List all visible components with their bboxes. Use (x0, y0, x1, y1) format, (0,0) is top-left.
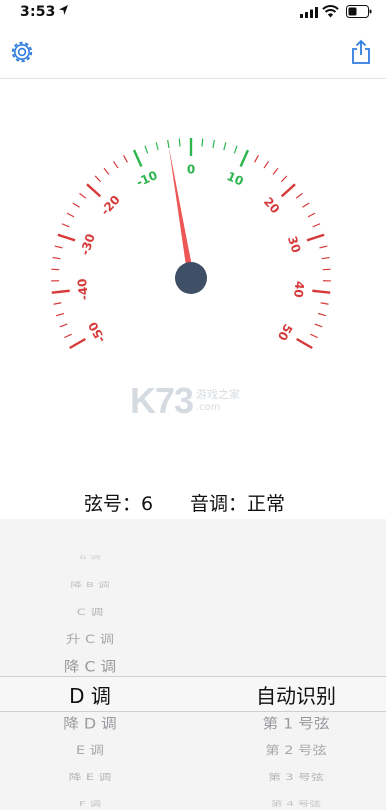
gauge-minor-tick (280, 175, 288, 183)
watermark-url: .com (196, 402, 221, 413)
gauge-label: -40 (75, 278, 91, 301)
battery-icon (346, 5, 372, 18)
gauge-label: 30 (285, 234, 303, 254)
gauge-minor-tick (54, 245, 63, 249)
key-picker-option[interactable]: 降 B 调 (0, 580, 180, 590)
gauge-minor-tick (64, 333, 72, 339)
key-picker-option[interactable]: D 调 (0, 680, 180, 709)
gauge-label: 40 (291, 280, 307, 298)
gauge-minor-tick (312, 223, 321, 228)
gauge-minor-tick (52, 256, 61, 260)
gauge-minor-tick (123, 155, 128, 163)
gauge-minor-tick (94, 175, 102, 183)
cellular-signal-icon (300, 7, 318, 18)
gauge-minor-tick (295, 192, 303, 199)
settings-gear-icon[interactable] (8, 38, 36, 66)
gauge-minor-tick (61, 223, 70, 228)
gauge-minor-tick (144, 145, 149, 154)
gauge-minor-tick (59, 323, 68, 328)
string-picker-option[interactable]: 第 3 号弦 (206, 770, 386, 783)
gauge-major-tick (57, 233, 76, 242)
gauge-minor-tick (55, 312, 65, 317)
gauge-label: 10 (225, 169, 246, 189)
gauge-major-tick (296, 337, 313, 350)
gauge-minor-tick (317, 312, 327, 317)
gauge-major-tick (86, 183, 102, 198)
gauge-major-tick (69, 337, 86, 350)
gauge-major-tick (132, 149, 143, 168)
key-picker-option[interactable]: F 调 (0, 799, 180, 809)
status-bar: 3:53 (0, 0, 386, 26)
key-picker-option[interactable]: 降 D 调 (0, 713, 180, 733)
key-picker-option[interactable]: C 调 (0, 605, 180, 618)
gauge-minor-tick (79, 192, 87, 199)
gauge-label: -10 (134, 168, 160, 190)
gauge-minor-tick (223, 142, 227, 151)
nav-bar (0, 28, 386, 79)
gauge-minor-tick (103, 167, 110, 175)
gauge-major-tick (51, 289, 70, 294)
gauge-minor-tick (310, 333, 318, 339)
tone-status-label: 音调：正常 (190, 493, 286, 515)
gauge-label: 0 (187, 163, 195, 177)
key-picker-option[interactable]: E 调 (0, 741, 180, 757)
gauge-minor-tick (113, 161, 119, 169)
tuning-info: 弦号：6 音调：正常 (0, 486, 386, 516)
gauge-label: 20 (261, 195, 283, 217)
string-picker-option[interactable]: 第 1 号弦 (206, 713, 386, 733)
watermark-subtitle: 游戏之家 (196, 388, 240, 401)
string-picker-option[interactable]: 第 2 号弦 (206, 741, 386, 757)
gauge-major-tick (306, 233, 325, 242)
string-picker-option[interactable]: 第 4 号弦 (206, 799, 386, 809)
gauge-minor-tick (51, 268, 60, 271)
gauge-minor-tick (320, 302, 329, 305)
status-time: 3:53 (20, 4, 56, 20)
gauge-major-tick (312, 289, 331, 294)
gauge-label: -30 (78, 232, 98, 257)
wifi-icon (322, 5, 339, 18)
gauge-minor-tick (272, 167, 279, 175)
gauge-minor-tick (72, 202, 80, 208)
key-string-picker[interactable]: B 调降 B 调 C 调升 C 调降 C 调 D 调降 D 调 E 调降 E 调 F 调… (0, 519, 386, 810)
gauge-label: 50 (275, 322, 295, 343)
gauge-minor-tick (233, 145, 238, 154)
gauge-minor-tick (263, 161, 269, 169)
key-picker-option[interactable]: 降 C 调 (0, 656, 180, 676)
gauge-minor-tick (314, 323, 323, 328)
gauge-label: -20 (98, 193, 123, 218)
string-number-label: 弦号：6 (84, 493, 154, 515)
gauge-needle-hub (175, 262, 207, 294)
key-picker-option[interactable]: 降 E 调 (0, 770, 180, 783)
gauge-minor-tick (302, 202, 310, 208)
gauge-minor-tick (178, 138, 181, 147)
gauge-minor-tick (155, 142, 159, 151)
key-picker-option[interactable]: 升 C 调 (0, 630, 180, 646)
gauge-label: -50 (86, 319, 109, 345)
gauge-major-tick (280, 183, 296, 198)
gauge-minor-tick (212, 139, 215, 148)
gauge-minor-tick (321, 256, 330, 260)
gauge-minor-tick (254, 155, 259, 163)
string-picker-option[interactable]: 自动识别 (206, 680, 386, 709)
gauge-major-tick (239, 149, 250, 168)
gauge-minor-tick (201, 138, 204, 147)
location-arrow-icon (59, 5, 68, 15)
share-icon[interactable] (348, 38, 374, 66)
gauge-minor-tick (66, 212, 75, 218)
gauge-minor-tick (53, 302, 62, 305)
gauge-minor-tick (307, 212, 316, 218)
watermark-text: K73 (130, 380, 194, 421)
key-picker-option[interactable]: B 调 (0, 554, 180, 561)
gauge-minor-tick (322, 268, 331, 271)
watermark-logo: K73 游戏之家 .com (130, 380, 270, 430)
gauge-minor-tick (319, 245, 328, 249)
